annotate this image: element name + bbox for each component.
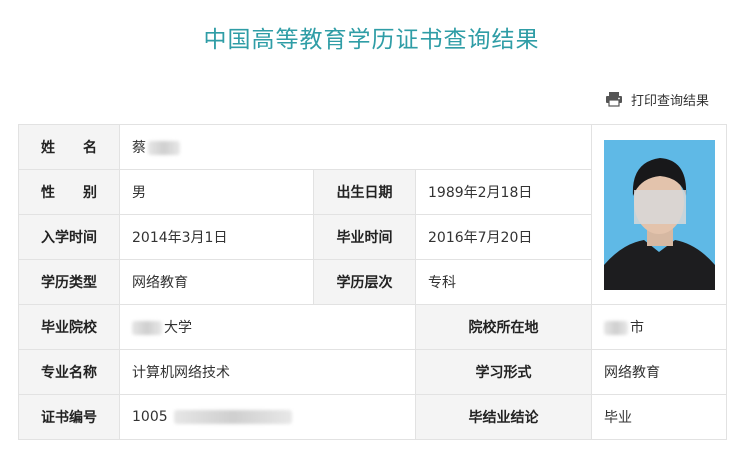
- print-results-label: 打印查询结果: [631, 93, 710, 109]
- major-value: 计算机网络技术: [119, 349, 416, 395]
- student-photo: [603, 139, 715, 290]
- birth-date-value: 1989年2月18日: [414, 169, 593, 215]
- table-row: 毕业院校 大学 院校所在地 市: [18, 304, 728, 350]
- print-results-button[interactable]: 打印查询结果: [605, 88, 709, 110]
- edu-type-value: 网络教育: [119, 259, 314, 305]
- table-row: 证书编号 1005 毕结业结论 毕业: [18, 394, 728, 440]
- study-form-value: 网络教育: [591, 349, 728, 395]
- printer-icon: [606, 92, 622, 107]
- conclusion-value: 毕业: [591, 394, 728, 440]
- study-form-label: 学习形式: [414, 349, 593, 395]
- gender-label: 性 别: [18, 169, 120, 215]
- table-row: 姓 名 蔡: [18, 124, 728, 305]
- school-location-label: 院校所在地: [414, 304, 593, 350]
- redaction-blur: [132, 321, 162, 335]
- conclusion-label: 毕结业结论: [414, 394, 593, 440]
- edu-level-label: 学历层次: [313, 259, 416, 305]
- grad-date-label: 毕业时间: [313, 214, 416, 260]
- redaction-blur: [173, 410, 292, 424]
- school-label: 毕业院校: [18, 304, 120, 350]
- grad-date-value: 2016年7月20日: [414, 214, 593, 260]
- table-row: 专业名称 计算机网络技术 学习形式 网络教育: [18, 349, 728, 395]
- edu-level-value: 专科: [414, 259, 593, 305]
- name-value: 蔡: [118, 124, 593, 170]
- page-title: 中国高等教育学历证书查询结果: [203, 27, 540, 53]
- school-value: 大学: [119, 304, 416, 350]
- school-location-value: 市: [591, 304, 728, 350]
- enroll-date-value: 2014年3月1日: [119, 214, 314, 260]
- photo-cell: [591, 124, 728, 305]
- redaction-blur: [604, 321, 629, 335]
- birth-date-label: 出生日期: [313, 169, 416, 215]
- cert-no-label: 证书编号: [18, 394, 120, 440]
- cert-no-value: 1005: [119, 394, 416, 440]
- result-table: 姓 名 蔡 性 别 男 出生日期 1989年2月18日 入学时间 2014年3月…: [18, 124, 728, 440]
- name-label: 姓 名: [18, 124, 120, 170]
- edu-type-label: 学历类型: [18, 259, 120, 305]
- redaction-blur: [148, 141, 180, 155]
- major-label: 专业名称: [18, 349, 120, 395]
- enroll-date-label: 入学时间: [18, 214, 120, 260]
- gender-value: 男: [119, 169, 314, 215]
